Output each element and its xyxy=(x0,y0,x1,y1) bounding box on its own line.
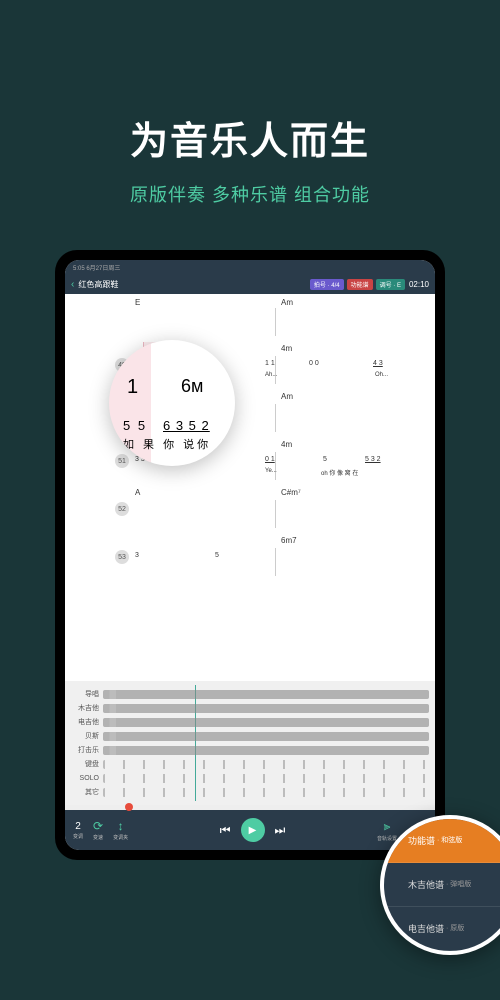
track-panel: 导唱 木吉他 电吉他 贝斯 打击乐 键盘 SOLO 其它 xyxy=(65,681,435,805)
score-area[interactable]: E Am 49 4m 1 1 0 0 4 3 Ah... Oh... 50 Am xyxy=(65,294,435,681)
score-type-badge[interactable]: 功能谱 xyxy=(347,279,373,290)
track-wave[interactable] xyxy=(103,718,429,727)
bar-number: 52 xyxy=(115,502,129,516)
track-label[interactable]: 其它 xyxy=(71,787,99,797)
chord-label: 4m xyxy=(281,440,292,449)
hero-title: 为音乐人而生 xyxy=(0,110,500,165)
status-bar: 5:05 6月27日周三 xyxy=(65,260,435,274)
chord-label: E xyxy=(135,298,140,307)
prev-icon[interactable]: ⏮ xyxy=(220,823,231,838)
track-label[interactable]: 贝斯 xyxy=(71,731,99,741)
control-bar: 2 变调 ⟳ 变速 ↕ 变调夹 ⏮ ▶ ⏭ ⫸ 音轨设置 ♫ 乐谱选 xyxy=(65,810,435,850)
notation: 5 xyxy=(323,456,327,463)
play-button[interactable]: ▶ xyxy=(241,818,265,842)
zoom-lens: 1 6ᴍ 5 5 6 3 5 2 如 果 你 说你 xyxy=(109,340,235,466)
capo-control[interactable]: ↕ 变调夹 xyxy=(113,819,128,841)
track-wave[interactable] xyxy=(103,746,429,755)
capo-icon: ↕ xyxy=(118,819,124,833)
speed-control[interactable]: ⟳ 变速 xyxy=(93,819,103,841)
hero-subtitle: 原版伴奏 多种乐谱 组合功能 xyxy=(0,181,500,207)
track-wave[interactable] xyxy=(103,732,429,741)
chord-label: 4m xyxy=(281,344,292,353)
next-icon[interactable]: ⏭ xyxy=(275,823,286,838)
mixer-control[interactable]: ⫸ 音轨设置 xyxy=(377,819,397,842)
notation: 4 3 xyxy=(373,360,383,367)
song-title: 红色高跟鞋 xyxy=(78,279,306,290)
notation: 5 3 2 xyxy=(365,456,381,463)
lyrics: Oh... xyxy=(375,372,388,378)
track-wave[interactable] xyxy=(103,760,429,769)
duration-label: 02:10 xyxy=(409,280,429,289)
track-label[interactable]: 木吉他 xyxy=(71,703,99,713)
track-wave[interactable] xyxy=(103,788,429,797)
chord-label: A xyxy=(135,488,140,497)
notation: 5 xyxy=(215,552,219,559)
track-wave[interactable] xyxy=(103,774,429,783)
score-option-electric[interactable]: 电吉他谱· 原版 xyxy=(384,907,500,951)
lyrics: Ah... xyxy=(265,372,277,378)
progress-bar[interactable] xyxy=(65,805,435,810)
notation: 0 1 xyxy=(265,456,275,463)
zoom-notes: 6 3 5 2 xyxy=(163,418,210,433)
chord-label: Am xyxy=(281,298,293,307)
sliders-icon: ⫸ xyxy=(384,819,391,834)
zoom-notes: 5 5 xyxy=(123,418,147,433)
notation: 3 xyxy=(135,552,139,559)
chord-label: Am xyxy=(281,392,293,401)
score-option-acoustic[interactable]: 木吉他谱· 弹唱版 xyxy=(384,863,500,907)
lyrics: oh 你 像 窝 在 xyxy=(321,468,358,477)
app-topbar: ‹ 红色高跟鞋 拍号 · 4/4 功能谱 调号 · E 02:10 xyxy=(65,274,435,294)
track-label[interactable]: 导唱 xyxy=(71,689,99,699)
track-label[interactable]: SOLO xyxy=(71,775,99,782)
track-label[interactable]: 键盘 xyxy=(71,759,99,769)
bar-number: 53 xyxy=(115,550,129,564)
chord-label: C#m⁷ xyxy=(281,488,301,497)
transpose-control[interactable]: 2 变调 xyxy=(73,821,83,840)
track-wave[interactable] xyxy=(103,704,429,713)
lyrics: Ye... xyxy=(265,468,277,474)
track-label[interactable]: 电吉他 xyxy=(71,717,99,727)
chord-label: 6m7 xyxy=(281,536,297,545)
track-label[interactable]: 打击乐 xyxy=(71,745,99,755)
progress-knob[interactable] xyxy=(125,803,133,811)
zoom-lyrics: 如 果 你 说你 xyxy=(123,436,211,452)
back-icon[interactable]: ‹ xyxy=(71,279,74,290)
key-badge[interactable]: 调号 · E xyxy=(376,279,405,290)
track-wave[interactable] xyxy=(103,690,429,699)
track-playhead[interactable] xyxy=(195,685,196,801)
zoom-chord: 6ᴍ xyxy=(181,376,203,397)
tablet-frame: 5:05 6月27日周三 ‹ 红色高跟鞋 拍号 · 4/4 功能谱 调号 · E… xyxy=(55,250,445,860)
zoom-chord: 1 xyxy=(127,376,138,399)
notation: 0 0 xyxy=(309,360,319,367)
screen: 5:05 6月27日周三 ‹ 红色高跟鞋 拍号 · 4/4 功能谱 调号 · E… xyxy=(65,260,435,850)
notation: 1 1 xyxy=(265,360,275,367)
speed-icon: ⟳ xyxy=(93,819,103,833)
time-signature-badge[interactable]: 拍号 · 4/4 xyxy=(310,279,344,290)
